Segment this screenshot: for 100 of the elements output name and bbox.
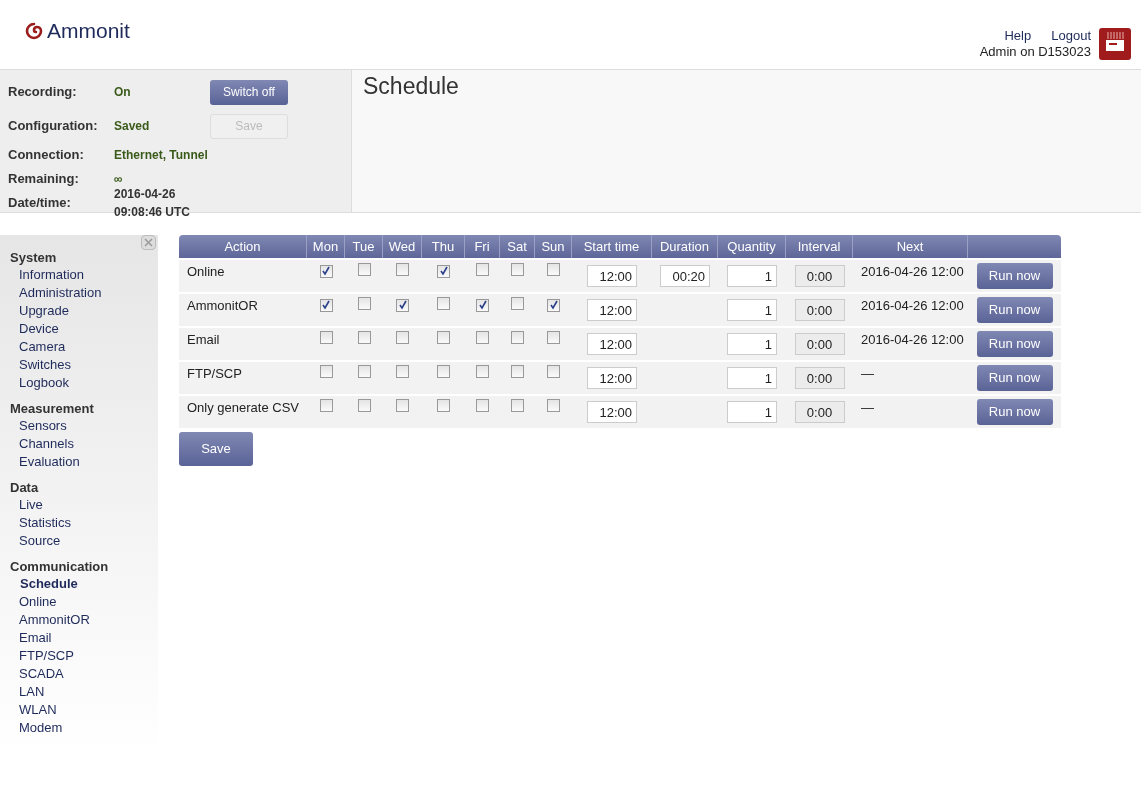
checkbox[interactable]: [357, 331, 371, 344]
sidebar-item[interactable]: Upgrade: [10, 302, 158, 320]
checkbox[interactable]: [396, 263, 409, 276]
sidebar-item[interactable]: Evaluation: [10, 453, 158, 471]
start-time-field[interactable]: 12:00: [587, 265, 637, 287]
checkbox[interactable]: [437, 264, 450, 278]
status-value: Saved: [114, 118, 151, 135]
checkbox[interactable]: [396, 331, 409, 344]
checkbox[interactable]: [319, 298, 333, 312]
checkbox[interactable]: [437, 365, 450, 378]
sidebar-item[interactable]: Statistics: [10, 514, 158, 532]
start-time-field[interactable]: 12:00: [587, 299, 637, 321]
sidebar-item[interactable]: AmmonitOR: [10, 611, 158, 629]
checkbox[interactable]: [476, 263, 489, 276]
sidebar-item[interactable]: Live: [10, 496, 158, 514]
checkbox[interactable]: [476, 298, 489, 312]
checkbox[interactable]: [476, 365, 489, 378]
sidebar-item[interactable]: LAN: [10, 683, 158, 701]
checkbox[interactable]: [511, 331, 524, 344]
checkbox[interactable]: [547, 263, 560, 276]
sidebar-item[interactable]: Switches: [10, 356, 158, 374]
checkbox[interactable]: [396, 399, 409, 412]
start-time-field[interactable]: 12:00: [587, 333, 637, 355]
checkbox[interactable]: [357, 365, 371, 378]
checkbox[interactable]: [357, 297, 371, 310]
checkbox[interactable]: [476, 399, 489, 412]
interval-field[interactable]: 0:00: [794, 367, 845, 389]
status-value: On: [114, 84, 132, 101]
checkbox[interactable]: [396, 365, 409, 378]
sidebar-item[interactable]: Email: [10, 629, 158, 647]
checkbox[interactable]: [319, 264, 333, 278]
sidebar-item[interactable]: Sensors: [10, 417, 158, 435]
sidebar-item[interactable]: Channels: [10, 435, 158, 453]
interval-field[interactable]: 0:00: [794, 265, 845, 287]
sidebar-heading: Communication: [10, 558, 110, 575]
interval-field[interactable]: 0:00: [794, 333, 845, 355]
sidebar-item[interactable]: Camera: [10, 338, 158, 356]
column-header: Interval: [786, 235, 853, 258]
sidebar-heading: Data: [10, 479, 40, 496]
quantity-field[interactable]: 1: [727, 367, 777, 389]
checkbox[interactable]: [437, 399, 450, 412]
sidebar-item[interactable]: Administration: [10, 284, 158, 302]
checkbox[interactable]: [547, 399, 560, 412]
sidebar-item[interactable]: Source: [10, 532, 158, 550]
checkbox[interactable]: [547, 331, 560, 344]
sidebar-item[interactable]: Logbook: [10, 374, 158, 392]
close-icon: [144, 238, 153, 247]
sidebar-item[interactable]: Information: [10, 266, 158, 284]
checkbox[interactable]: [437, 297, 450, 310]
column-header: Action: [179, 235, 307, 258]
column-header: Fri: [465, 235, 500, 258]
sidebar-item[interactable]: WLAN: [10, 701, 158, 719]
column-header: Start time: [572, 235, 652, 258]
checkbox[interactable]: [547, 298, 560, 312]
run-now-button[interactable]: Run now: [976, 331, 1053, 357]
run-now-button[interactable]: Run now: [976, 399, 1053, 425]
checkbox[interactable]: [437, 331, 450, 344]
sidebar-item[interactable]: Online: [10, 593, 158, 611]
sidebar-item[interactable]: Schedule: [10, 575, 158, 593]
quantity-field[interactable]: 1: [727, 401, 777, 423]
checkbox[interactable]: [547, 365, 560, 378]
header-link[interactable]: Help: [1004, 28, 1032, 44]
status-value: Ethernet, Tunnel: [114, 147, 209, 164]
column-header: Wed: [383, 235, 422, 258]
run-now-button[interactable]: Run now: [976, 263, 1053, 289]
sidebar-item[interactable]: SCADA: [10, 665, 158, 683]
start-time-field[interactable]: 12:00: [587, 367, 637, 389]
checkbox[interactable]: [476, 331, 489, 344]
interval-field[interactable]: 0:00: [794, 401, 845, 423]
user-label: Admin on D153023: [979, 44, 1091, 60]
sidebar-item[interactable]: Device: [10, 320, 158, 338]
duration-field[interactable]: 00:20: [660, 265, 710, 287]
checkbox[interactable]: [511, 399, 524, 412]
checkbox[interactable]: [357, 399, 371, 412]
start-time-field[interactable]: 12:00: [587, 401, 637, 423]
status-label: Remaining:: [8, 170, 80, 189]
quantity-field[interactable]: 1: [727, 265, 777, 287]
quantity-field[interactable]: 1: [727, 299, 777, 321]
column-header: Mon: [307, 235, 345, 258]
header-link[interactable]: Logout: [1051, 28, 1091, 44]
checkbox[interactable]: [511, 297, 524, 310]
column-header: Quantity: [718, 235, 786, 258]
checkbox[interactable]: [319, 399, 333, 412]
save-button[interactable]: Save: [179, 432, 253, 466]
close-button[interactable]: [141, 235, 156, 250]
run-now-button[interactable]: Run now: [976, 297, 1053, 323]
quantity-field[interactable]: 1: [727, 333, 777, 355]
checkbox[interactable]: [511, 365, 524, 378]
sidebar-item[interactable]: Modem: [10, 719, 158, 737]
checkbox[interactable]: [396, 298, 409, 312]
sidebar-item[interactable]: FTP/SCP: [10, 647, 158, 665]
checkbox[interactable]: [319, 331, 333, 344]
interval-field[interactable]: 0:00: [794, 299, 845, 321]
column-header: Sat: [500, 235, 535, 258]
switch-off-button[interactable]: Switch off: [210, 79, 288, 105]
checkbox[interactable]: [511, 263, 524, 276]
checkbox[interactable]: [357, 263, 371, 276]
checkbox[interactable]: [319, 365, 333, 378]
run-now-button[interactable]: Run now: [976, 365, 1053, 391]
page-title: Schedule: [363, 72, 460, 100]
